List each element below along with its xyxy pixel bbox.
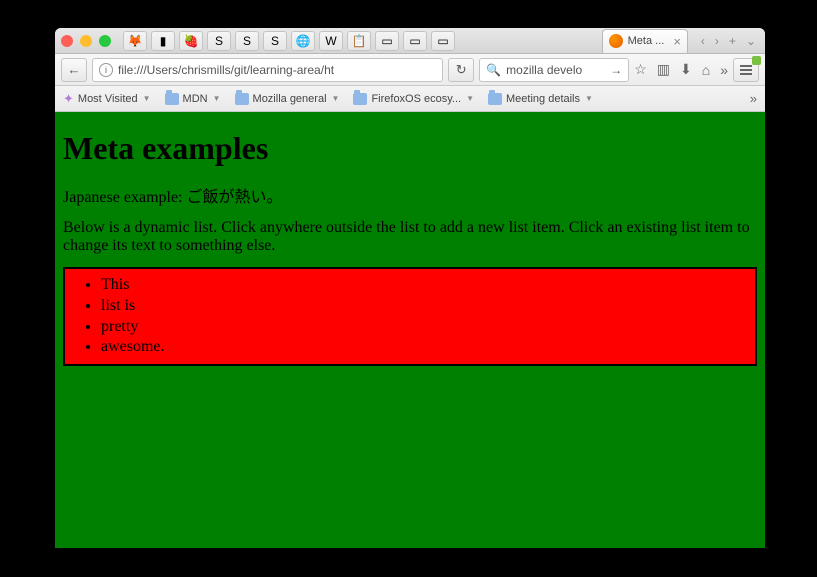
tab-overflow-button[interactable]: ⌄ [743, 34, 759, 48]
back-arrow-icon: ← [68, 62, 81, 77]
page-content[interactable]: Meta examples Japanese example: ご飯が熱い。 B… [55, 112, 765, 548]
folder-icon [488, 93, 502, 105]
firefox-icon[interactable]: 🦊 [123, 31, 147, 51]
search-icon: 🔍 [486, 63, 501, 77]
bookmark-mozilla-general[interactable]: Mozilla general ▼ [235, 93, 340, 105]
generic-tab-icon[interactable]: ▭ [431, 31, 455, 51]
bookmark-mdn[interactable]: MDN ▼ [165, 93, 221, 105]
reload-icon: ↻ [456, 62, 467, 78]
clipboard-icon[interactable]: 📋 [347, 31, 371, 51]
bookmark-label: FirefoxOS ecosy... [371, 93, 461, 105]
sheets-icon-3[interactable]: S [263, 31, 287, 51]
window-controls [61, 35, 111, 47]
bookmark-meeting-details[interactable]: Meeting details ▼ [488, 93, 593, 105]
sheets-icon-1[interactable]: S [207, 31, 231, 51]
bookmarks-overflow-button[interactable]: » [750, 91, 757, 106]
list-item[interactable]: awesome. [101, 337, 747, 358]
folder-icon [165, 93, 179, 105]
site-info-icon[interactable]: i [99, 63, 113, 77]
overflow-icon[interactable]: » [720, 62, 728, 78]
bugzilla-icon[interactable]: ▭ [403, 31, 427, 51]
folder-icon [353, 93, 367, 105]
bookmark-label: Mozilla general [253, 93, 327, 105]
bookmark-star-icon[interactable]: ☆ [634, 61, 647, 78]
browser-window: 🦊▮🍓SSS🌐W📋▭▭▭ Meta ... × ‹ › + ⌄ ← i file… [55, 28, 765, 548]
docs-icon[interactable]: ▭ [375, 31, 399, 51]
back-button[interactable]: ← [61, 58, 87, 82]
firefox-icon [609, 34, 623, 48]
bookmark-firefoxos-ecosy-[interactable]: FirefoxOS ecosy... ▼ [353, 93, 474, 105]
search-go-icon[interactable]: → [610, 63, 622, 77]
tab-scroll-right[interactable]: › [712, 34, 722, 48]
bookmark-label: MDN [183, 93, 208, 105]
pocket-icon[interactable]: ▮ [151, 31, 175, 51]
dynamic-list: Thislist isprettyawesome. [73, 275, 747, 358]
sheets-icon-2[interactable]: S [235, 31, 259, 51]
active-tab-title: Meta ... [628, 35, 665, 47]
list-item[interactable]: list is [101, 296, 747, 317]
hamburger-icon [740, 65, 752, 75]
bookmark-most-visited[interactable]: ✦ Most Visited ▼ [63, 91, 151, 107]
dynamic-list-box: Thislist isprettyawesome. [63, 267, 757, 366]
new-tab-button[interactable]: + [726, 34, 739, 48]
chevron-down-icon: ▼ [466, 94, 474, 103]
page-heading: Meta examples [63, 130, 757, 167]
japanese-example-text: Japanese example: ご飯が熱い。 [63, 183, 757, 207]
chevron-down-icon: ▼ [143, 94, 151, 103]
bookmark-label: Meeting details [506, 93, 580, 105]
bookmarks-toolbar: ✦Most Visited▼MDN▼Mozilla general▼Firefo… [55, 86, 765, 112]
w-icon[interactable]: W [319, 31, 343, 51]
background-tabs: 🦊▮🍓SSS🌐W📋▭▭▭ [123, 31, 455, 51]
active-tab[interactable]: Meta ... × [602, 29, 688, 53]
update-indicator-icon [752, 56, 761, 65]
list-instructions-text: Below is a dynamic list. Click anywhere … [63, 219, 757, 255]
zoom-window-button[interactable] [99, 35, 111, 47]
tab-scroll-left[interactable]: ‹ [698, 34, 708, 48]
url-bar[interactable]: i file:///Users/chrismills/git/learning-… [92, 58, 443, 82]
bookmark-label: Most Visited [78, 93, 138, 105]
folder-icon [235, 93, 249, 105]
star-icon: ✦ [63, 91, 74, 107]
reload-button[interactable]: ↻ [448, 58, 474, 82]
downloads-icon[interactable]: ⬇ [680, 61, 692, 78]
strawberry-icon[interactable]: 🍓 [179, 31, 203, 51]
tab-strip: 🦊▮🍓SSS🌐W📋▭▭▭ Meta ... × ‹ › + ⌄ [55, 28, 765, 54]
toolbar-actions: ☆ ▥ ⬇ ⌂ » [634, 61, 728, 78]
globe-icon[interactable]: 🌐 [291, 31, 315, 51]
minimize-window-button[interactable] [80, 35, 92, 47]
tab-strip-controls: ‹ › + ⌄ [698, 34, 759, 48]
chevron-down-icon: ▼ [585, 94, 593, 103]
search-text: mozilla develo [506, 63, 605, 77]
list-item[interactable]: pretty [101, 317, 747, 338]
navigation-toolbar: ← i file:///Users/chrismills/git/learnin… [55, 54, 765, 86]
chevron-down-icon: ▼ [332, 94, 340, 103]
url-text: file:///Users/chrismills/git/learning-ar… [118, 63, 436, 77]
close-tab-button[interactable]: × [673, 34, 681, 49]
search-bar[interactable]: 🔍 mozilla develo → [479, 58, 629, 82]
home-icon[interactable]: ⌂ [702, 62, 710, 78]
chevron-down-icon: ▼ [213, 94, 221, 103]
list-item[interactable]: This [101, 275, 747, 296]
hamburger-menu-button[interactable] [733, 58, 759, 82]
close-window-button[interactable] [61, 35, 73, 47]
library-icon[interactable]: ▥ [657, 61, 670, 78]
